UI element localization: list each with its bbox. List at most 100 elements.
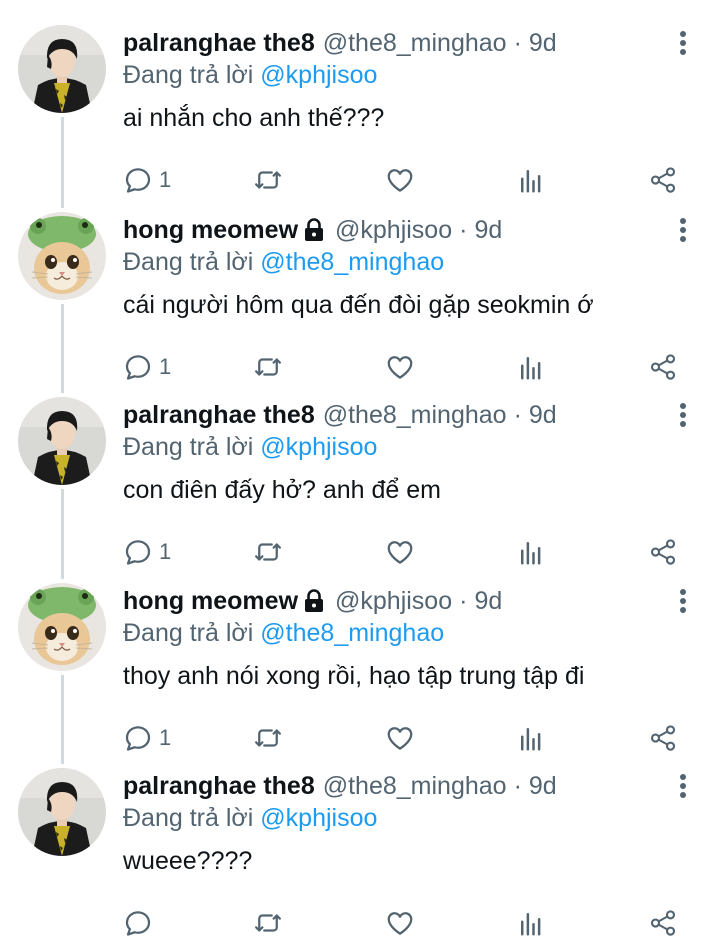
username[interactable]: @the8_minghao — [323, 768, 507, 804]
cat-avatar[interactable] — [18, 212, 106, 300]
mention-link[interactable]: @kphjisoo — [260, 61, 377, 89]
tweet[interactable]: palranghae the8 @the8_minghao · 9d Đang trả … — [0, 397, 720, 572]
lock-icon — [303, 589, 325, 613]
retweet-icon — [253, 352, 283, 382]
tweet-actions: 1 — [123, 718, 683, 758]
tweet[interactable]: hong meomew @kphjisoo · 9d Đang trả lời @the… — [0, 583, 720, 758]
tweet-actions: 1 — [123, 347, 683, 387]
share-button[interactable] — [648, 347, 678, 387]
reply-button[interactable]: 1 — [123, 718, 171, 758]
separator-dot: · — [513, 29, 522, 57]
username[interactable]: @kphjisoo — [335, 212, 452, 248]
retweet-button[interactable] — [253, 160, 283, 200]
mention-link[interactable]: @kphjisoo — [260, 804, 377, 832]
views-button[interactable] — [516, 160, 546, 200]
share-icon — [648, 537, 678, 567]
share-icon — [648, 723, 678, 753]
reply-count: 1 — [159, 539, 172, 564]
analytics-icon — [516, 537, 546, 567]
heart-icon — [385, 908, 415, 938]
username[interactable]: @the8_minghao — [323, 397, 507, 433]
heart-icon — [385, 537, 415, 567]
reply-button[interactable]: 1 — [123, 347, 171, 387]
timestamp[interactable]: 9d — [474, 583, 502, 619]
share-icon — [648, 352, 678, 382]
more-vertical-icon[interactable] — [673, 28, 693, 58]
tweet-header: hong meomew @kphjisoo · 9d — [123, 212, 502, 248]
views-button[interactable] — [516, 903, 546, 943]
retweet-button[interactable] — [253, 347, 283, 387]
reply-button[interactable] — [123, 903, 159, 943]
tweet-header: hong meomew @kphjisoo · 9d — [123, 583, 502, 619]
reply-icon — [123, 352, 153, 382]
replying-to-label: Đang trả lời — [123, 248, 254, 276]
like-button[interactable] — [385, 718, 415, 758]
username[interactable]: @kphjisoo — [335, 583, 452, 619]
display-name[interactable]: palranghae the8 — [123, 768, 315, 804]
tweet[interactable]: palranghae the8 @the8_minghao · 9d Đang trả … — [0, 25, 720, 200]
display-name[interactable]: palranghae the8 — [123, 397, 315, 433]
timestamp[interactable]: 9d — [529, 397, 557, 433]
views-button[interactable] — [516, 532, 546, 572]
timestamp[interactable]: 9d — [529, 768, 557, 804]
more-vertical-icon[interactable] — [673, 215, 693, 245]
share-button[interactable] — [648, 160, 678, 200]
replying-to: Đang trả lời @kphjisoo — [123, 57, 377, 93]
like-button[interactable] — [385, 160, 415, 200]
reply-button[interactable]: 1 — [123, 532, 171, 572]
share-button[interactable] — [648, 903, 678, 943]
like-button[interactable] — [385, 347, 415, 387]
analytics-icon — [516, 165, 546, 195]
reply-button[interactable]: 1 — [123, 160, 171, 200]
cat-avatar[interactable] — [18, 583, 106, 671]
share-button[interactable] — [648, 718, 678, 758]
username[interactable]: @the8_minghao — [323, 25, 507, 61]
mention-link[interactable]: @the8_minghao — [260, 619, 444, 647]
views-button[interactable] — [516, 347, 546, 387]
display-name[interactable]: hong meomew — [123, 583, 298, 619]
replying-to: Đang trả lời @the8_minghao — [123, 615, 444, 651]
tweet-actions: 1 — [123, 160, 683, 200]
replying-to-label: Đang trả lời — [123, 804, 254, 832]
tweet[interactable]: hong meomew @kphjisoo · 9d Đang trả lời @the… — [0, 212, 720, 387]
display-name[interactable]: hong meomew — [123, 212, 298, 248]
separator-dot: · — [513, 401, 522, 429]
retweet-button[interactable] — [253, 903, 283, 943]
man-avatar[interactable] — [18, 397, 106, 485]
replying-to: Đang trả lời @the8_minghao — [123, 244, 444, 280]
more-vertical-icon[interactable] — [673, 771, 693, 801]
reply-count: 1 — [159, 354, 172, 379]
timestamp[interactable]: 9d — [474, 212, 502, 248]
retweet-icon — [253, 165, 283, 195]
mention-link[interactable]: @the8_minghao — [260, 248, 444, 276]
analytics-icon — [516, 908, 546, 938]
reply-icon — [123, 165, 153, 195]
like-button[interactable] — [385, 532, 415, 572]
analytics-icon — [516, 352, 546, 382]
share-button[interactable] — [648, 532, 678, 572]
heart-icon — [385, 165, 415, 195]
tweet-actions: 1 — [123, 532, 683, 572]
tweet-header: palranghae the8 @the8_minghao · 9d — [123, 768, 557, 804]
separator-dot: · — [459, 587, 468, 615]
tweet[interactable]: palranghae the8 @the8_minghao · 9d Đang trả … — [0, 768, 720, 943]
display-name[interactable]: palranghae the8 — [123, 25, 315, 61]
timestamp[interactable]: 9d — [529, 25, 557, 61]
like-button[interactable] — [385, 903, 415, 943]
tweet-actions — [123, 903, 683, 943]
views-button[interactable] — [516, 718, 546, 758]
more-vertical-icon[interactable] — [673, 400, 693, 430]
man-avatar[interactable] — [18, 768, 106, 856]
retweet-icon — [253, 537, 283, 567]
retweet-button[interactable] — [253, 718, 283, 758]
retweet-button[interactable] — [253, 532, 283, 572]
retweet-icon — [253, 908, 283, 938]
mention-link[interactable]: @kphjisoo — [260, 433, 377, 461]
tweet-text: thoy anh nói xong rồi, hạo tập trung tập… — [123, 662, 585, 690]
man-avatar[interactable] — [18, 25, 106, 113]
replying-to-label: Đang trả lời — [123, 619, 254, 647]
reply-icon — [123, 908, 153, 938]
replying-to: Đang trả lời @kphjisoo — [123, 429, 377, 465]
lock-icon — [303, 218, 325, 242]
more-vertical-icon[interactable] — [673, 586, 693, 616]
